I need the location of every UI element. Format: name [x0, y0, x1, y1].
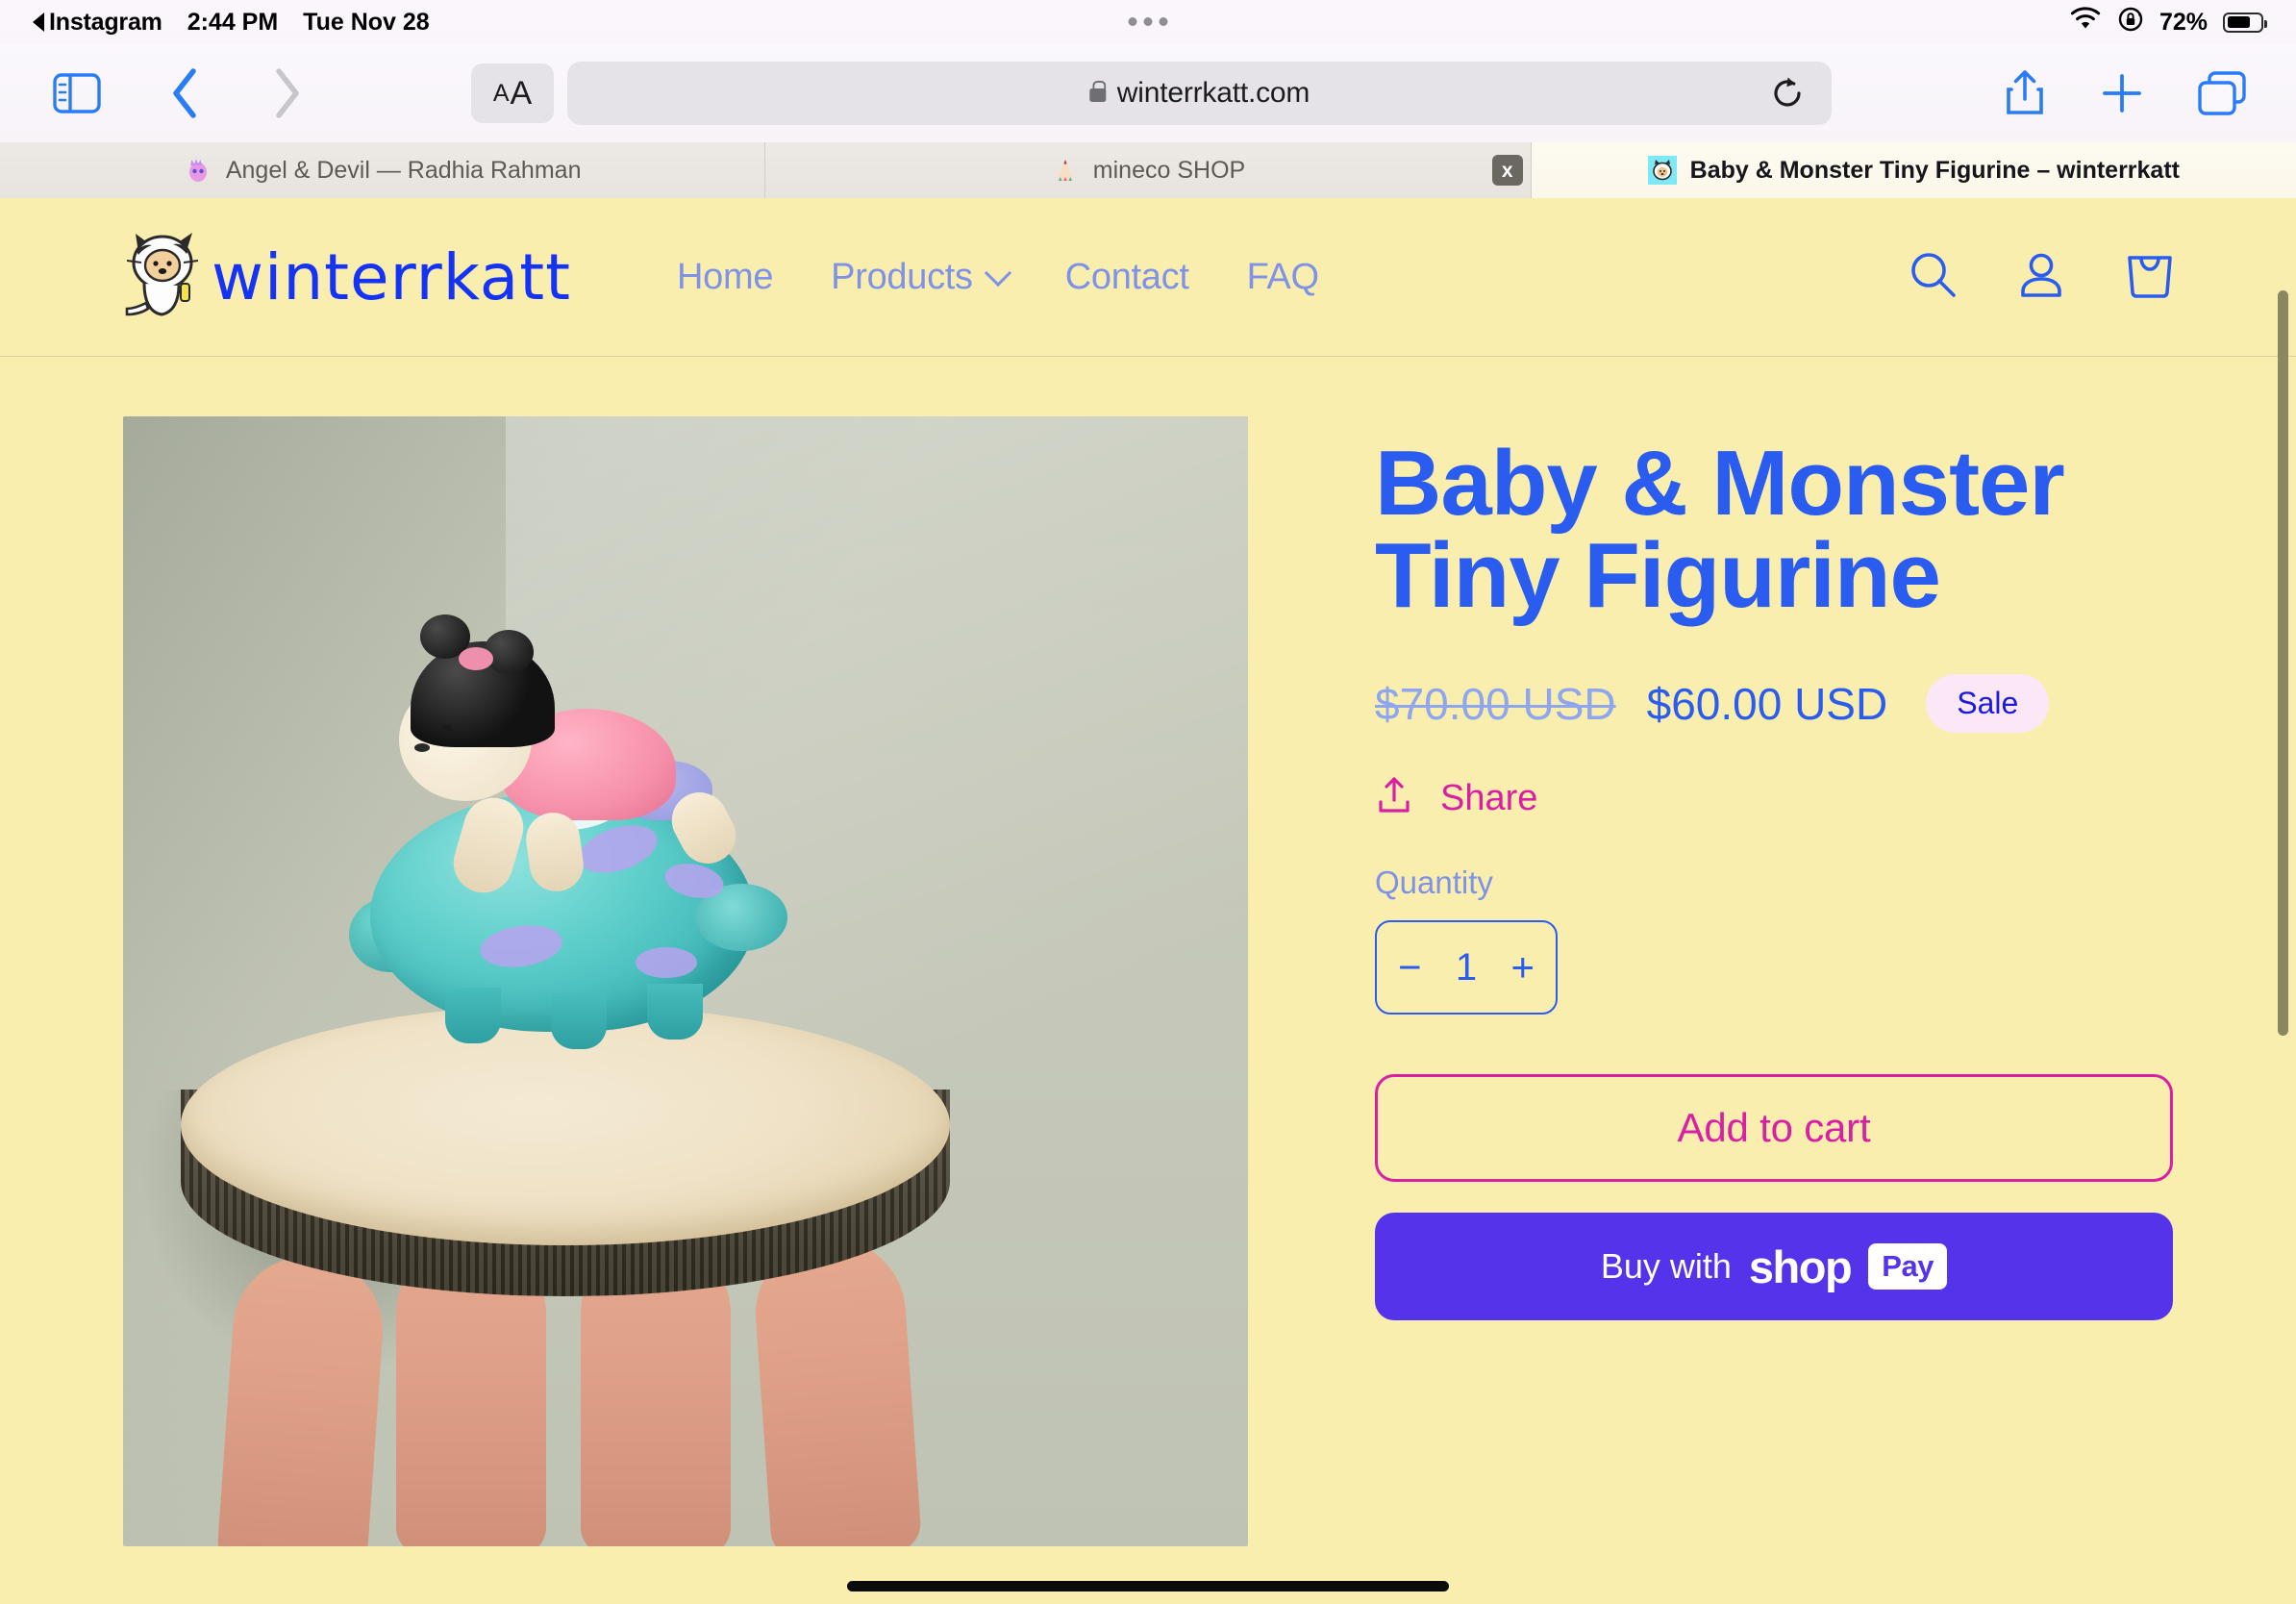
nav-label: FAQ: [1246, 256, 1319, 297]
share-icon[interactable]: [2004, 68, 2046, 118]
page-scrollbar[interactable]: [2278, 290, 2288, 1036]
lock-icon: [1088, 80, 1107, 102]
buy-with-shop-pay-button[interactable]: Buy with shop Pay: [1375, 1213, 2173, 1320]
status-bar-right: 72%: [2069, 6, 2267, 39]
search-icon[interactable]: [1908, 249, 1959, 306]
product-photo-scene: [123, 416, 1248, 1546]
product-info: Baby & Monster Tiny Figurine $70.00 USD …: [1375, 416, 2173, 1546]
quantity-input[interactable]: 1: [1456, 946, 1477, 990]
share-up-icon: [1375, 775, 1413, 822]
quantity-label: Quantity: [1375, 865, 1493, 900]
status-bar-left: Instagram 2:44 PM Tue Nov 28: [33, 9, 430, 37]
reload-icon[interactable]: [1768, 74, 1807, 113]
status-time: 2:44 PM: [187, 8, 279, 36]
purple-devil-favicon: [184, 156, 212, 185]
nav-item-contact[interactable]: Contact: [1065, 257, 1189, 298]
forward-chevron-icon: [256, 63, 317, 124]
plus-icon[interactable]: [2100, 71, 2144, 115]
share-label: Share: [1440, 778, 1538, 818]
share-button[interactable]: Share: [1375, 775, 2173, 822]
main-navigation: Home Products Contact FAQ: [677, 257, 1319, 298]
site-logo-link[interactable]: winterrkatt: [123, 228, 571, 327]
text-size-large-label: A: [510, 74, 533, 112]
nav-item-products[interactable]: Products: [831, 256, 1011, 298]
back-chevron-icon[interactable]: [154, 63, 215, 124]
chevron-down-icon: [984, 259, 1011, 288]
tab-title: Baby & Monster Tiny Figurine – winterrka…: [1689, 156, 2180, 184]
battery-icon: [2223, 12, 2267, 33]
address-bar[interactable]: winterrkatt.com: [567, 62, 1832, 125]
page-title: Baby & Monster Tiny Figurine: [1375, 432, 2065, 627]
cyan-cat-favicon: [1647, 156, 1677, 185]
text-size-small-label: A: [492, 79, 510, 107]
text-size-button[interactable]: AA: [471, 63, 554, 123]
current-price: $60.00 USD: [1646, 678, 1888, 729]
finger: [750, 1233, 923, 1546]
tab-close-icon[interactable]: x: [1491, 155, 1523, 186]
home-indicator[interactable]: [847, 1581, 1449, 1591]
add-to-cart-button[interactable]: Add to cart: [1375, 1074, 2173, 1182]
rotation-lock-icon: [2117, 6, 2144, 39]
status-date: Tue Nov 28: [303, 8, 430, 36]
winterrkatt-cat-logo: [123, 228, 208, 327]
nav-label: Contact: [1064, 256, 1189, 297]
cart-icon[interactable]: [2123, 248, 2177, 307]
back-to-app-label[interactable]: Instagram: [49, 9, 162, 37]
figurine: [349, 609, 787, 1061]
battery-percent: 72%: [2159, 8, 2208, 36]
sidebar-toggle-icon[interactable]: [50, 71, 104, 115]
safari-toolbar: AA winterrkatt.com: [0, 44, 2296, 142]
ipad-status-bar: Instagram 2:44 PM Tue Nov 28 72%: [0, 0, 2296, 44]
quantity-increase-button[interactable]: +: [1510, 947, 1535, 988]
header-actions: [1908, 248, 2177, 307]
shop-wordmark: shop: [1748, 1241, 1853, 1292]
nav-item-home[interactable]: Home: [677, 257, 773, 298]
browser-tab-active[interactable]: Baby & Monster Tiny Figurine – winterrka…: [1531, 142, 2296, 198]
wifi-icon: [2069, 6, 2102, 38]
brand-name: winterrkatt: [212, 239, 571, 314]
nav-label: Products: [831, 256, 973, 297]
tab-title: mineco SHOP: [1092, 156, 1246, 184]
url-text: winterrkatt.com: [1116, 77, 1310, 109]
pay-badge: Pay: [1868, 1243, 1948, 1290]
quantity-decrease-button[interactable]: −: [1398, 947, 1422, 988]
tab-title: Angel & Devil — Radhia Rahman: [225, 156, 582, 184]
webpage-viewport: winterrkatt Home Products Contact FAQ Ba…: [0, 198, 2296, 1604]
nav-label: Home: [677, 256, 774, 297]
account-icon[interactable]: [2015, 249, 2067, 306]
tab-bar: Angel & Devil — Radhia Rahman mineco SHO…: [0, 142, 2296, 198]
browser-tab[interactable]: mineco SHOP x: [765, 142, 1532, 198]
back-to-app-icon[interactable]: [33, 13, 44, 32]
product-gallery: [123, 416, 1248, 1546]
browser-tab[interactable]: Angel & Devil — Radhia Rahman: [0, 142, 766, 198]
nav-item-faq[interactable]: FAQ: [1247, 257, 1319, 298]
product-image[interactable]: [123, 416, 1248, 1546]
multitask-handle-icon[interactable]: [1128, 17, 1168, 26]
finger: [215, 1250, 388, 1546]
tab-overview-icon[interactable]: [2198, 71, 2246, 115]
toolbar-right-actions: [2004, 68, 2263, 118]
price-row: $70.00 USD $60.00 USD Sale: [1375, 674, 2173, 733]
address-bar-content: winterrkatt.com: [1088, 77, 1310, 110]
buy-with-label: Buy with: [1600, 1246, 1732, 1286]
status-badge: Sale: [1926, 674, 2050, 733]
product-section: Baby & Monster Tiny Figurine $70.00 USD …: [0, 357, 2296, 1546]
compare-at-price: $70.00 USD: [1375, 678, 1616, 729]
tent-favicon: [1051, 156, 1080, 185]
site-header: winterrkatt Home Products Contact FAQ: [0, 198, 2296, 357]
quantity-stepper[interactable]: − 1 +: [1375, 920, 1558, 1015]
